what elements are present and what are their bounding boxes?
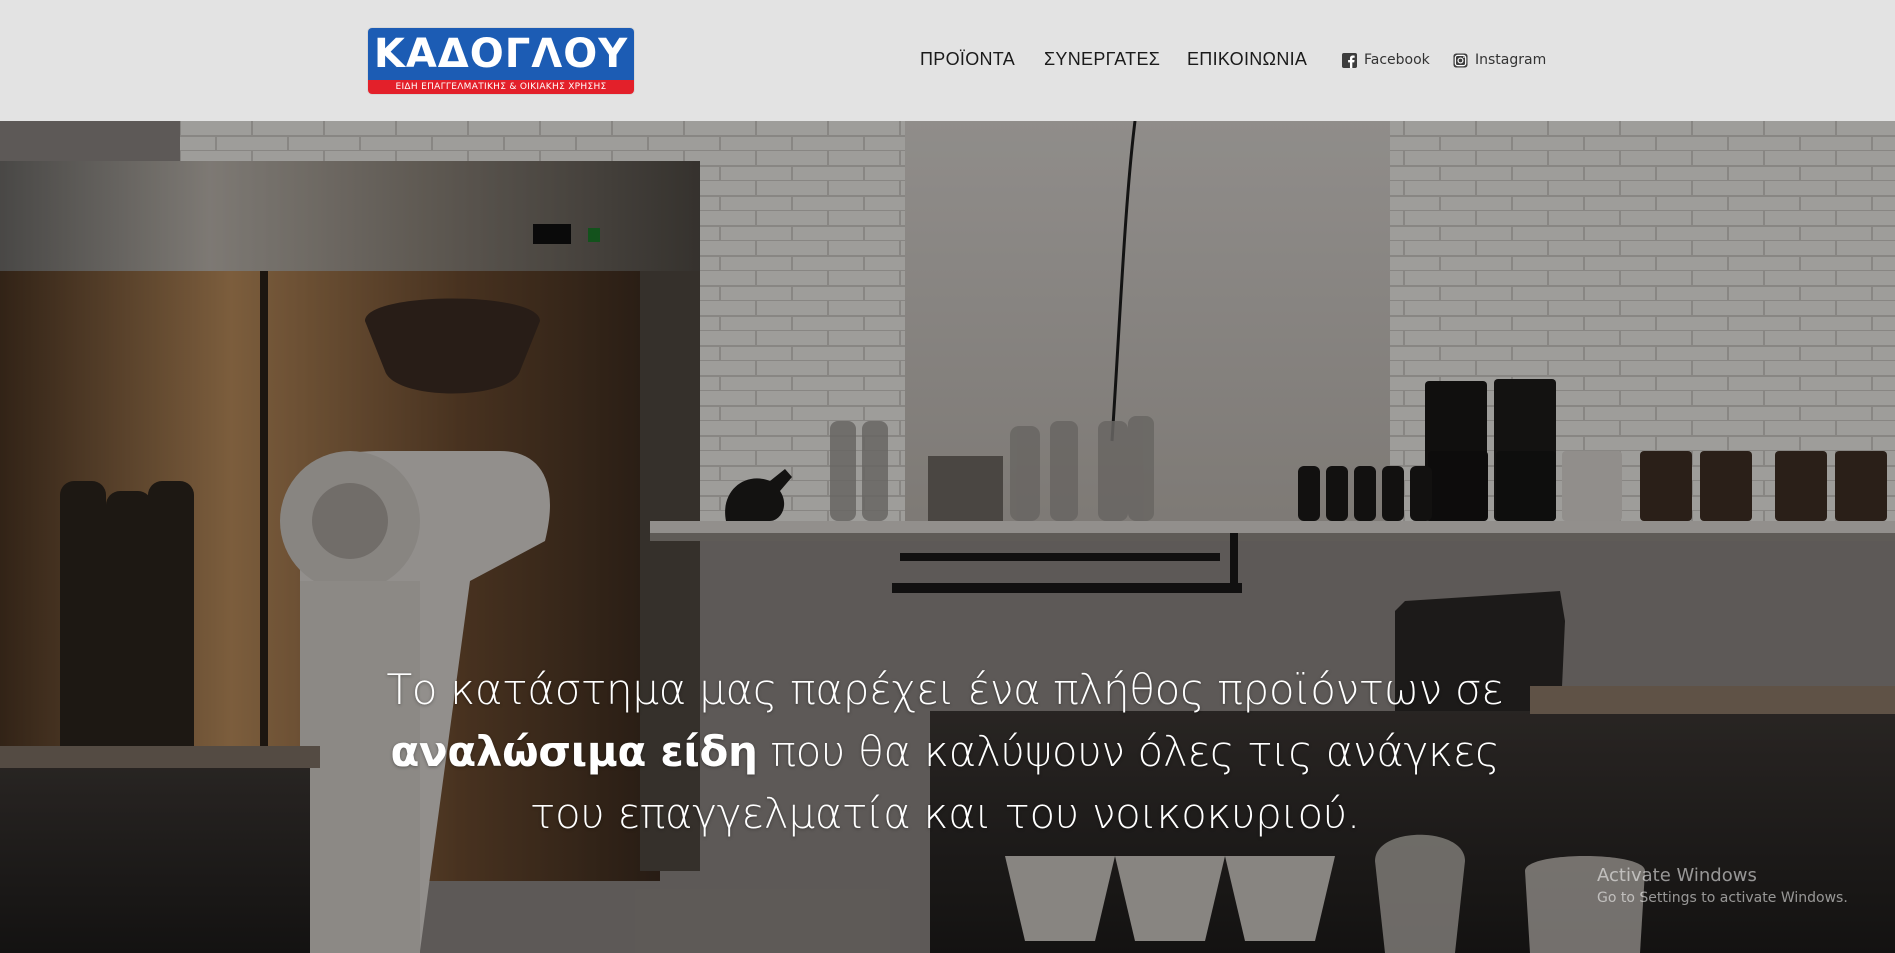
facebook-link[interactable]: Facebook <box>1342 50 1430 70</box>
hero-tagline: Το κατάστημα μας παρέχει ένα πλήθος προϊ… <box>300 659 1590 845</box>
nav-products-link[interactable]: ΠΡΟΪΟΝΤΑ <box>920 49 1015 71</box>
instagram-icon <box>1453 52 1468 68</box>
logo-title: ΚΑΔΟΓΛΟΥ <box>368 28 634 80</box>
hero-tagline-line-3: του επαγγελματία και του νοικοκυριού. <box>530 789 1360 838</box>
nav-partners-link[interactable]: ΣΥΝΕΡΓΑΤΕΣ <box>1044 49 1160 71</box>
site-header: ΚΑΔΟΓΛΟΥ ΕΙΔΗ ΕΠΑΓΓΕΛΜΑΤΙΚΗΣ & ΟΙΚΙΑΚΗΣ … <box>0 0 1895 121</box>
activate-windows-title: Activate Windows <box>1597 865 1757 886</box>
facebook-icon <box>1342 52 1357 68</box>
hero-tagline-bold: αναλώσιμα είδη <box>390 727 758 776</box>
hero-tagline-line-2: που θα καλύψουν όλες τις ανάγκες <box>757 727 1500 776</box>
site-logo[interactable]: ΚΑΔΟΓΛΟΥ ΕΙΔΗ ΕΠΑΓΓΕΛΜΑΤΙΚΗΣ & ΟΙΚΙΑΚΗΣ … <box>368 28 634 94</box>
logo-subtitle: ΕΙΔΗ ΕΠΑΓΓΕΛΜΑΤΙΚΗΣ & ΟΙΚΙΑΚΗΣ ΧΡΗΣΗΣ <box>368 80 634 94</box>
hero-tagline-line-1: Το κατάστημα μας παρέχει ένα πλήθος προϊ… <box>386 665 1504 714</box>
facebook-label: Facebook <box>1364 52 1430 68</box>
hero-section: Το κατάστημα μας παρέχει ένα πλήθος προϊ… <box>0 121 1895 953</box>
activate-windows-watermark: Activate Windows Go to Settings to activ… <box>1597 864 1848 908</box>
activate-windows-subtitle: Go to Settings to activate Windows. <box>1597 890 1848 906</box>
nav-contact-link[interactable]: ΕΠΙΚΟΙΝΩΝΙΑ <box>1187 49 1307 71</box>
instagram-link[interactable]: Instagram <box>1453 50 1546 70</box>
instagram-label: Instagram <box>1475 52 1547 68</box>
